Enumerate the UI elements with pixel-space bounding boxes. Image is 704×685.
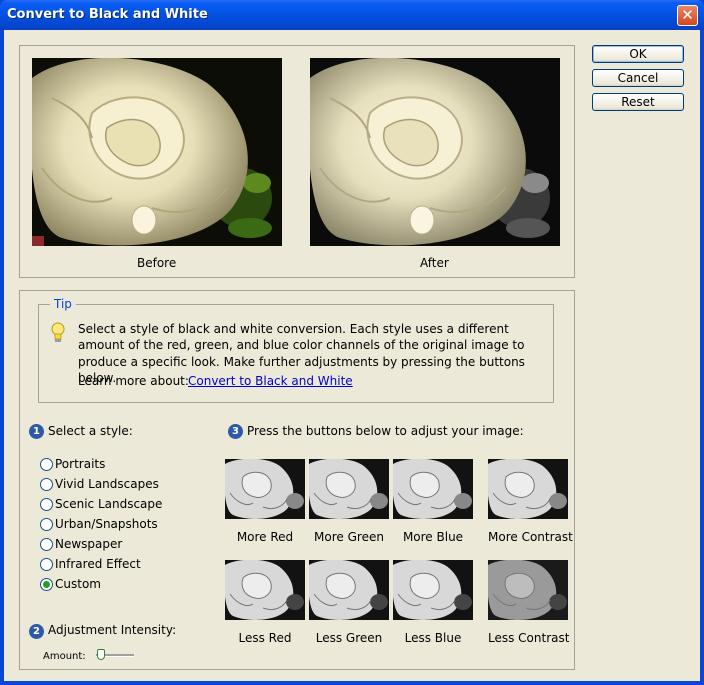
adjust-button-label[interactable]: Less Green [309,631,389,645]
window-title: Convert to Black and White [7,7,208,22]
more-blue-button[interactable] [393,459,473,519]
step-1-badge: 1 [29,424,44,439]
step-3-badge: 3 [228,424,243,439]
before-image [32,58,282,246]
after-image [310,58,560,246]
more-red-button[interactable] [225,459,305,519]
adjust-button-label[interactable]: Less Blue [393,631,473,645]
style-radio-urban-snapshots[interactable] [40,518,53,531]
style-radio-newspaper[interactable] [40,538,53,551]
adjust-button-label[interactable]: More Contrast [488,530,573,544]
adjust-button-label[interactable]: More Blue [393,530,473,544]
reset-button[interactable]: Reset [592,93,684,111]
style-radio-vivid-landscapes[interactable] [40,478,53,491]
style-option-label[interactable]: Vivid Landscapes [55,477,159,491]
adjust-heading: Press the buttons below to adjust your i… [247,424,524,438]
less-blue-button[interactable] [393,560,473,620]
style-radio-scenic-landscape[interactable] [40,498,53,511]
lightbulb-icon [50,322,66,348]
less-red-button[interactable] [225,560,305,620]
adjust-button-label[interactable]: Less Red [225,631,305,645]
amount-label: Amount: [43,651,86,662]
learn-more-label: Learn more about: [78,374,189,388]
tip-title: Tip [50,297,76,311]
amount-slider-thumb[interactable] [97,649,105,660]
more-contrast-button[interactable] [488,459,568,519]
before-label: Before [137,256,177,270]
cancel-button[interactable]: Cancel [592,69,684,87]
style-radio-custom[interactable] [40,578,53,591]
style-option-label[interactable]: Scenic Landscape [55,497,162,511]
style-option-label[interactable]: Infrared Effect [55,557,141,571]
style-heading: Select a style: [48,424,133,438]
more-green-button[interactable] [309,459,389,519]
style-option-label[interactable]: Portraits [55,457,105,471]
less-green-button[interactable] [309,560,389,620]
intensity-heading: Adjustment Intensity: [48,623,177,637]
adjust-button-label[interactable]: More Green [309,530,389,544]
learn-more-link[interactable]: Convert to Black and White [188,374,353,388]
style-option-label[interactable]: Newspaper [55,537,122,551]
after-label: After [420,256,449,270]
style-radio-portraits[interactable] [40,458,53,471]
adjust-button-label[interactable]: More Red [225,530,305,544]
close-icon: ✕ [681,6,694,24]
close-button[interactable]: ✕ [677,5,698,26]
title-bar[interactable]: Convert to Black and White ✕ [0,0,704,30]
less-contrast-button[interactable] [488,560,568,620]
style-radio-infrared-effect[interactable] [40,558,53,571]
step-2-badge: 2 [29,624,44,639]
ok-button[interactable]: OK [592,45,684,63]
adjust-button-label[interactable]: Less Contrast [488,631,569,645]
style-option-label[interactable]: Urban/Snapshots [55,517,158,531]
style-option-label[interactable]: Custom [55,577,101,591]
